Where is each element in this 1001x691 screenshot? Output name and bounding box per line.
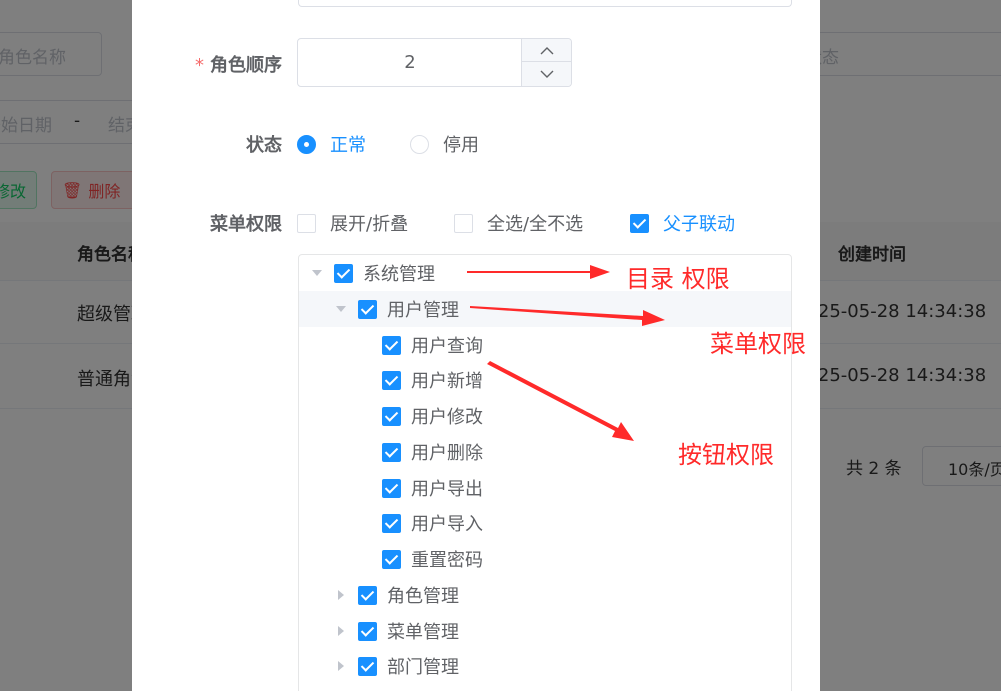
- tree-node[interactable]: 用户导入: [299, 505, 791, 541]
- caret-down-icon[interactable]: [312, 270, 322, 276]
- tree-node-label: 角色管理: [387, 586, 459, 607]
- tree-node[interactable]: 用户修改: [299, 398, 791, 434]
- tree-node[interactable]: 用户新增: [299, 362, 791, 398]
- order-stepper[interactable]: 2: [297, 38, 572, 87]
- tree-node-label: 重置密码: [411, 550, 483, 571]
- stepper-controls: [521, 39, 571, 86]
- tree-checkbox[interactable]: [358, 656, 377, 676]
- caret-right-icon[interactable]: [336, 590, 346, 600]
- radio-dot: [410, 134, 429, 154]
- menu-permission-tree: 系统管理 用户管理 用户查询 用户新增 用户修改 用户删除 用户导出 用户导入 …: [298, 254, 792, 691]
- parent-child-link-checkbox[interactable]: 父子联动: [630, 210, 735, 236]
- checkbox-box: [297, 213, 316, 233]
- tree-node-label: 用户修改: [411, 407, 483, 428]
- tree-node-label: 用户导入: [411, 514, 483, 535]
- radio-label: 停用: [443, 135, 479, 156]
- tree-node[interactable]: 菜单管理: [299, 613, 791, 649]
- tree-node[interactable]: 部门管理: [299, 648, 791, 684]
- tree-checkbox[interactable]: [382, 335, 401, 355]
- radio-dot: [297, 134, 316, 154]
- annotation-menu: 菜单权限: [710, 330, 806, 358]
- caret-right-icon[interactable]: [336, 661, 346, 671]
- role-key-input[interactable]: [298, 0, 792, 7]
- status-label: 状态: [246, 135, 282, 156]
- checkbox-label: 全选/全不选: [487, 214, 584, 235]
- annotation-button: 按钮权限: [678, 441, 774, 469]
- tree-node-label: 系统管理: [363, 264, 435, 285]
- required-star: *: [195, 55, 204, 76]
- checkbox-box: [454, 213, 473, 233]
- order-label: * 角色顺序: [195, 51, 282, 77]
- chevron-down-icon: [540, 70, 553, 78]
- tree-node[interactable]: 用户导出: [299, 470, 791, 506]
- decrease-button[interactable]: [522, 63, 571, 86]
- tree-checkbox[interactable]: [334, 263, 353, 283]
- tree-checkbox[interactable]: [358, 299, 377, 319]
- tree-node[interactable]: 重置密码: [299, 541, 791, 577]
- increase-button[interactable]: [522, 39, 571, 62]
- tree-checkbox[interactable]: [382, 442, 401, 462]
- status-radio-normal[interactable]: 正常: [297, 131, 366, 157]
- chevron-up-icon: [540, 46, 553, 54]
- checkbox-label: 展开/折叠: [330, 214, 409, 235]
- caret-right-icon[interactable]: [336, 626, 346, 636]
- tree-node-label: 用户查询: [411, 336, 483, 357]
- tree-node-label: 用户管理: [387, 300, 459, 321]
- menu-permission-label: 菜单权限: [210, 214, 282, 235]
- order-value[interactable]: 2: [298, 39, 522, 86]
- caret-down-icon[interactable]: [336, 306, 346, 312]
- expand-collapse-checkbox[interactable]: 展开/折叠: [297, 210, 408, 236]
- tree-node-label: 用户新增: [411, 371, 483, 392]
- tree-checkbox[interactable]: [358, 585, 377, 605]
- tree-node[interactable]: 用户管理: [299, 291, 791, 327]
- tree-node-label: 菜单管理: [387, 622, 459, 643]
- tree-node[interactable]: 角色管理: [299, 577, 791, 613]
- tree-node-label: 用户导出: [411, 479, 483, 500]
- radio-label: 正常: [330, 135, 366, 156]
- tree-checkbox[interactable]: [382, 406, 401, 426]
- status-radio-disabled[interactable]: 停用: [410, 131, 479, 157]
- tree-checkbox[interactable]: [382, 513, 401, 533]
- tree-checkbox[interactable]: [358, 621, 377, 641]
- annotation-catalog: 目录 权限: [626, 265, 730, 293]
- tree-node-label: 用户删除: [411, 443, 483, 464]
- order-label-text: 角色顺序: [210, 55, 282, 76]
- checkbox-label: 父子联动: [663, 214, 735, 235]
- select-all-checkbox[interactable]: 全选/全不选: [454, 210, 583, 236]
- checkbox-box: [630, 213, 649, 233]
- tree-checkbox[interactable]: [382, 370, 401, 390]
- tree-checkbox[interactable]: [382, 478, 401, 498]
- tree-checkbox[interactable]: [382, 549, 401, 569]
- tree-node-label: 部门管理: [387, 657, 459, 678]
